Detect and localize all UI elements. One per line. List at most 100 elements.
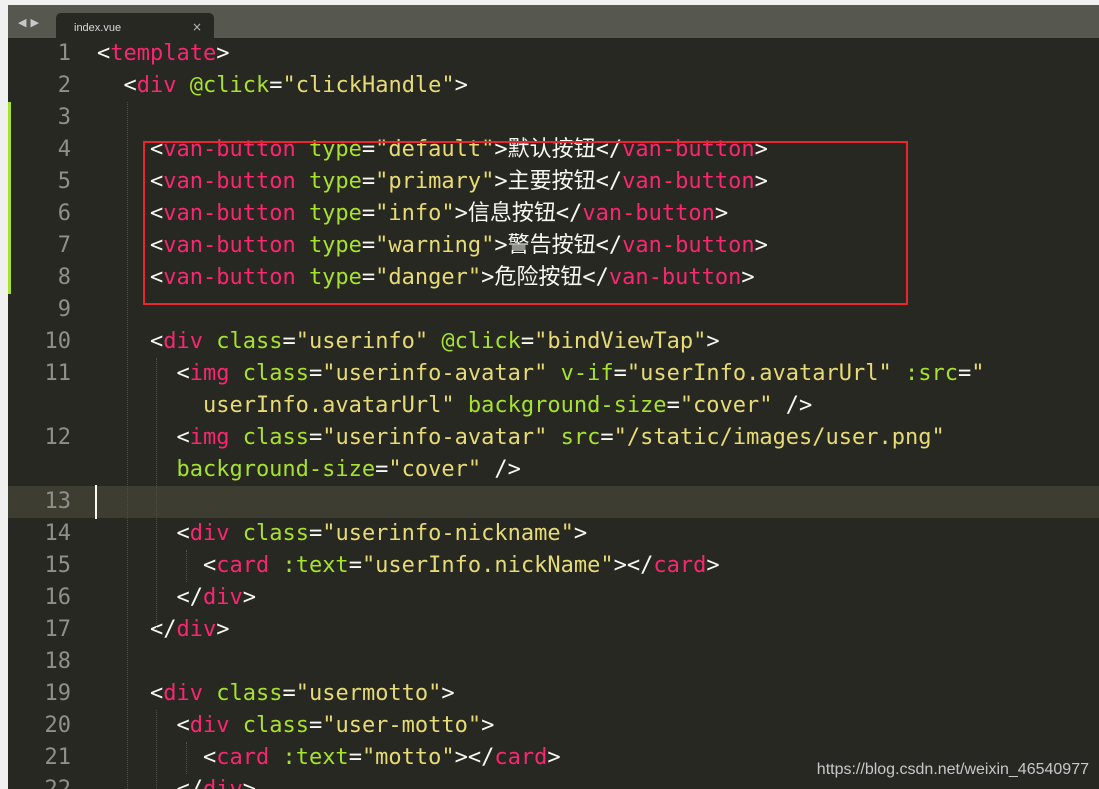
code-token: van-button — [582, 201, 715, 226]
code-token: card — [216, 553, 270, 578]
tab-nav-arrows[interactable]: ◀▶ — [18, 16, 43, 29]
code-line[interactable]: 13 — [8, 486, 1099, 518]
code-line[interactable]: 11 <img class="userinfo-avatar" v-if="us… — [8, 358, 1099, 390]
line-number: 14 — [44, 521, 72, 546]
code-token: van-button — [163, 233, 296, 258]
code-line[interactable]: 7 <van-button type="warning">警告按钮</van-b… — [8, 230, 1099, 262]
indent-guide — [186, 742, 187, 774]
code-token: >默认按钮</ — [494, 137, 623, 162]
code-token: div — [163, 329, 203, 354]
code-line[interactable]: 18 — [8, 646, 1099, 678]
code-token: img — [189, 425, 230, 450]
code-line[interactable]: 6 <van-button type="info">信息按钮</van-butt… — [8, 198, 1099, 230]
code-token: = — [375, 457, 389, 482]
line-number: 13 — [44, 489, 72, 514]
line-number: 4 — [57, 137, 71, 162]
code-token: src — [560, 425, 601, 450]
code-token: type — [308, 169, 362, 194]
code-line[interactable]: 8 <van-button type="danger">危险按钮</van-bu… — [8, 262, 1099, 294]
next-tab-icon[interactable]: ▶ — [30, 16, 42, 29]
code-token: div — [189, 713, 230, 738]
code-token: < — [97, 233, 164, 258]
line-number: 22 — [8, 774, 72, 789]
code-text: <van-button type="danger">危险按钮</van-butt… — [97, 262, 755, 294]
code-line[interactable]: 3 — [8, 102, 1099, 134]
code-token: "primary" — [375, 169, 495, 194]
code-token: class — [242, 425, 309, 450]
code-token: " — [971, 361, 985, 386]
code-token: = — [269, 73, 283, 98]
line-number: 11 — [44, 361, 72, 386]
code-token: /> — [481, 457, 521, 482]
code-line[interactable]: 17 </div> — [8, 614, 1099, 646]
code-token: div — [203, 777, 243, 789]
prev-tab-icon[interactable]: ◀ — [18, 16, 30, 29]
code-token: div — [136, 73, 177, 98]
code-token: = — [361, 201, 376, 226]
code-token: "info" — [375, 201, 455, 226]
code-token: < — [97, 361, 190, 386]
code-token: type — [308, 265, 362, 290]
code-line[interactable]: background-size="cover" /> — [8, 454, 1099, 486]
code-token: card — [653, 553, 707, 578]
code-token: < — [97, 329, 164, 354]
code-line[interactable]: 15 <card :text="userInfo.nickName"></car… — [8, 550, 1099, 582]
code-token: "userInfo.avatarUrl" — [626, 361, 892, 386]
code-token: van-button — [163, 169, 296, 194]
line-number: 20 — [44, 713, 72, 738]
code-token: v-if — [560, 361, 614, 386]
code-line[interactable]: 5 <van-button type="primary">主要按钮</van-b… — [8, 166, 1099, 198]
code-token: = — [308, 521, 323, 546]
code-line[interactable]: 19 <div class="usermotto"> — [8, 678, 1099, 710]
code-token: > — [706, 329, 720, 354]
code-token: class — [242, 713, 309, 738]
code-token: = — [361, 265, 376, 290]
code-token: < — [97, 41, 111, 66]
code-line[interactable]: 1 <template> — [8, 38, 1099, 70]
code-line[interactable]: 16 </div> — [8, 582, 1099, 614]
code-editor[interactable]: 22 </div>21 <card :text="motto"></card>2… — [8, 38, 1099, 789]
code-token: ></ — [613, 553, 654, 578]
code-token: "userinfo-nickname" — [322, 521, 574, 546]
code-token: "usermotto" — [295, 681, 442, 706]
code-token: < — [97, 425, 190, 450]
code-token: userInfo.avatarUrl" — [97, 393, 455, 418]
code-text: <div class="userinfo-nickname"> — [97, 518, 587, 550]
line-number: 5 — [57, 169, 71, 194]
code-line[interactable]: userInfo.avatarUrl" background-size="cov… — [8, 390, 1099, 422]
code-token: > — [242, 585, 256, 610]
code-token: >危险按钮</ — [481, 265, 609, 290]
code-token: "danger" — [375, 265, 482, 290]
code-text: <template> — [97, 38, 229, 70]
code-token: div — [176, 617, 217, 642]
code-line[interactable]: 4 <van-button type="default">默认按钮</van-b… — [8, 134, 1099, 166]
code-line[interactable]: 10 <div class="userinfo" @click="bindVie… — [8, 326, 1099, 358]
line-number: 10 — [44, 329, 72, 354]
code-token: background-size — [467, 393, 667, 418]
code-line[interactable]: 20 <div class="user-motto"> — [8, 710, 1099, 742]
tab-bar: ◀▶ index.vue × — [0, 5, 1099, 43]
code-token: van-button — [622, 233, 755, 258]
code-token: :src — [905, 361, 958, 386]
code-token: /> — [772, 393, 813, 418]
code-token: < — [97, 169, 164, 194]
code-token: > — [714, 201, 729, 226]
code-line[interactable]: 14 <div class="userinfo-nickname"> — [8, 518, 1099, 550]
line-number: 7 — [57, 233, 71, 258]
close-tab-icon[interactable]: × — [192, 20, 202, 34]
code-text: <van-button type="warning">警告按钮</van-but… — [97, 230, 768, 262]
code-token: </ — [97, 617, 177, 642]
code-token: card — [216, 745, 270, 770]
indent-guide — [156, 358, 157, 630]
line-number: 16 — [44, 585, 72, 610]
code-line[interactable]: 12 <img class="userinfo-avatar" src="/st… — [8, 422, 1099, 454]
code-line[interactable]: 2 <div @click="clickHandle"> — [8, 70, 1099, 102]
code-line[interactable]: 9 — [8, 294, 1099, 326]
